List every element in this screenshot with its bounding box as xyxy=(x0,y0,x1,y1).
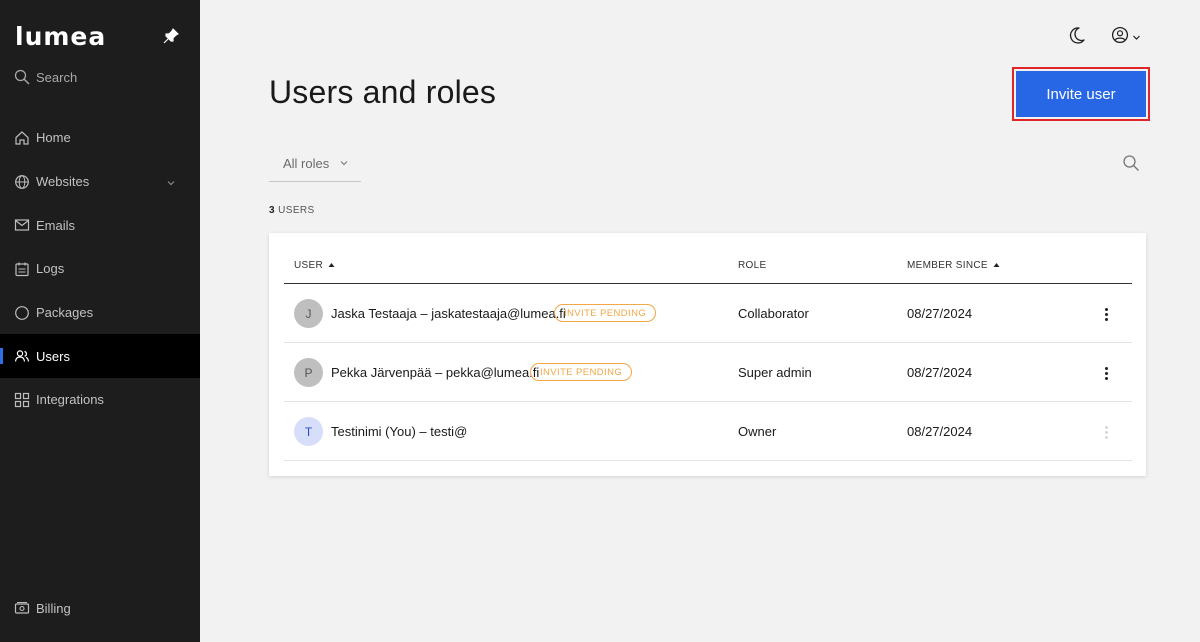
sidebar-item-label: Billing xyxy=(36,600,71,616)
column-role[interactable]: ROLE xyxy=(738,260,766,271)
account-menu[interactable] xyxy=(1111,26,1141,49)
user-role: Collaborator xyxy=(738,306,809,321)
column-member-since[interactable]: MEMBER SINCE xyxy=(907,260,1000,271)
home-icon xyxy=(14,130,30,146)
avatar: P xyxy=(294,358,323,387)
more-options-icon[interactable] xyxy=(1096,364,1116,382)
role-filter-value: All roles xyxy=(283,156,330,171)
sidebar-item-logs[interactable]: Logs xyxy=(0,247,200,291)
sidebar-search[interactable]: Search xyxy=(14,69,77,85)
chevron-down-icon xyxy=(339,156,349,171)
sidebar-item-integrations[interactable]: Integrations xyxy=(0,378,200,422)
column-user[interactable]: USER xyxy=(294,260,335,271)
user-name: Jaska Testaaja – jaskatestaaja@lumea.fi xyxy=(331,306,566,321)
sidebar-nav: Home Websites Emails Logs Packages Users… xyxy=(0,116,200,422)
sidebar-item-label: Users xyxy=(36,348,70,364)
sidebar-item-label: Emails xyxy=(36,217,76,233)
member-since: 08/27/2024 xyxy=(907,424,973,439)
pin-icon[interactable] xyxy=(162,27,180,45)
user-name: Pekka Järvenpää – pekka@lumea.fi xyxy=(331,365,540,380)
package-icon xyxy=(14,305,30,321)
page-title: Users and roles xyxy=(269,74,497,110)
user-circle-icon xyxy=(1111,26,1129,49)
users-icon xyxy=(14,348,30,364)
mail-icon xyxy=(14,217,30,233)
globe-icon xyxy=(14,174,30,190)
user-count: 3 USERS xyxy=(269,205,315,216)
search-label: Search xyxy=(36,69,78,85)
sidebar-item-websites[interactable]: Websites xyxy=(0,160,200,204)
sidebar-item-label: Integrations xyxy=(36,392,104,408)
sidebar-item-users[interactable]: Users xyxy=(0,334,200,379)
search-icon xyxy=(14,69,30,85)
more-options-icon xyxy=(1096,423,1116,441)
member-since: 08/27/2024 xyxy=(907,365,973,380)
table-header: USER ROLE MEMBER SINCE xyxy=(284,233,1132,284)
avatar: J xyxy=(294,299,323,328)
table-row[interactable]: P Pekka Järvenpää – pekka@lumea.fi INVIT… xyxy=(284,343,1132,402)
integrations-icon xyxy=(14,392,30,408)
chevron-down-icon xyxy=(1132,29,1141,47)
sidebar-item-billing[interactable]: Billing xyxy=(14,600,71,616)
status-badge: INVITE PENDING xyxy=(530,363,633,381)
sort-asc-icon xyxy=(993,260,1000,271)
sort-asc-icon xyxy=(328,260,335,271)
user-count-number: 3 xyxy=(269,205,275,216)
more-options-icon[interactable] xyxy=(1096,305,1116,323)
sidebar-item-home[interactable]: Home xyxy=(0,116,200,160)
billing-icon xyxy=(14,600,30,616)
user-role: Super admin xyxy=(738,365,812,380)
user-name: Testinimi (You) – testi@ xyxy=(331,424,468,439)
sidebar-item-label: Home xyxy=(36,130,71,146)
column-user-label: USER xyxy=(294,260,323,271)
invite-user-button[interactable]: Invite user xyxy=(1016,71,1146,117)
column-member-since-label: MEMBER SINCE xyxy=(907,260,988,271)
sidebar-item-packages[interactable]: Packages xyxy=(0,291,200,335)
sidebar-item-label: Packages xyxy=(36,305,94,321)
table-row[interactable]: J Jaska Testaaja – jaskatestaaja@lumea.f… xyxy=(284,284,1132,343)
logs-icon xyxy=(14,261,30,277)
sidebar-item-label: Logs xyxy=(36,261,65,277)
member-since: 08/27/2024 xyxy=(907,306,973,321)
search-icon[interactable] xyxy=(1122,154,1140,177)
table-row[interactable]: T Testinimi (You) – testi@ Owner 08/27/2… xyxy=(284,402,1132,461)
lumea-logo[interactable]: lumea xyxy=(15,24,106,49)
dark-mode-toggle-icon[interactable] xyxy=(1067,26,1086,50)
chevron-down-icon[interactable] xyxy=(166,176,176,191)
users-table: USER ROLE MEMBER SINCE J Jaska Testaaja … xyxy=(269,233,1146,476)
sidebar-item-emails[interactable]: Emails xyxy=(0,203,200,247)
avatar: T xyxy=(294,417,323,446)
sidebar-item-label: Websites xyxy=(36,174,90,190)
sidebar: lumea Search Home Websites Emails Logs P… xyxy=(0,0,200,642)
status-badge: INVITE PENDING xyxy=(554,304,657,322)
user-role: Owner xyxy=(738,424,777,439)
user-count-label: USERS xyxy=(278,205,315,216)
invite-button-highlight: Invite user xyxy=(1012,67,1150,121)
role-filter-select[interactable]: All roles xyxy=(269,146,361,182)
column-role-label: ROLE xyxy=(738,260,767,271)
